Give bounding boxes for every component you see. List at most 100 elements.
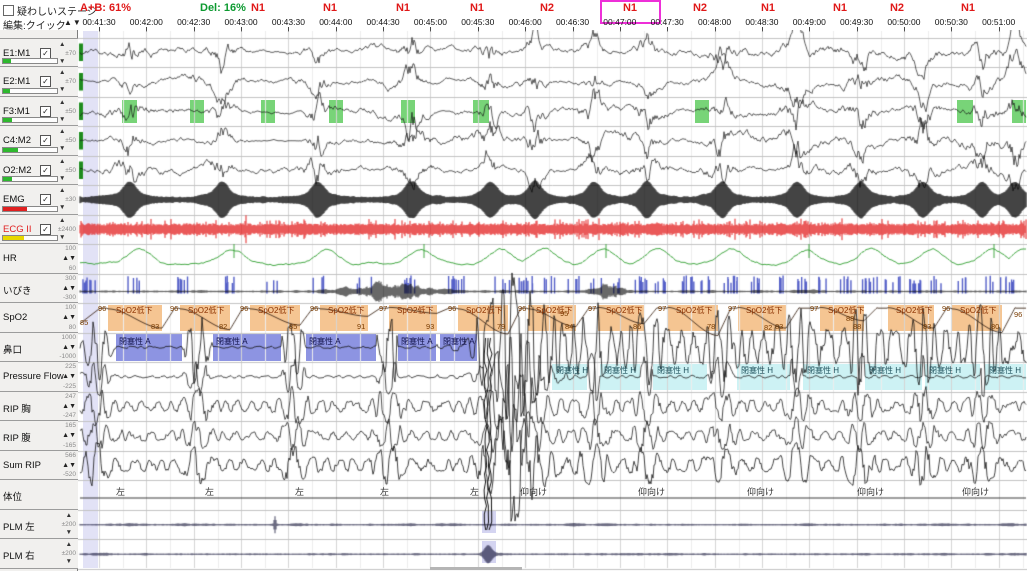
channel-name-label: RIP 胸	[3, 401, 31, 415]
time-label: 00:42:30	[172, 17, 216, 27]
waveform-canvas[interactable]	[78, 30, 1027, 571]
spo2-high-value: 97	[728, 304, 736, 313]
ab-stage-percentage: A+B: 61%	[80, 2, 131, 14]
channel-name-label: C4:M2	[3, 135, 31, 146]
stage-label[interactable]: N2	[532, 2, 562, 14]
stage-label[interactable]: N1	[388, 2, 418, 14]
time-label: 00:46:30	[551, 17, 595, 27]
desat-event-label: SpO2低下	[328, 305, 364, 316]
range-bottom-value: 80	[69, 324, 76, 331]
range-spinner[interactable]: ▲▼	[62, 255, 76, 262]
spo2-low-value: 83	[775, 322, 783, 331]
range-spinner[interactable]: ▲▼	[62, 462, 76, 469]
scale-up-button[interactable]: ▲	[59, 128, 65, 135]
signal-quality-bar	[2, 206, 58, 212]
channel-scale-value: ±50	[65, 108, 76, 115]
channel-visible-checkbox[interactable]: ✓	[40, 48, 51, 59]
apnea-event-label: 閉塞性 A	[309, 336, 341, 347]
channel-visible-checkbox[interactable]: ✓	[40, 76, 51, 87]
scale-down-button[interactable]: ▼	[59, 116, 65, 123]
spo2-low-value: 79	[497, 322, 505, 331]
time-label: 00:50:00	[882, 17, 926, 27]
spo2-value: 95	[560, 309, 568, 318]
stage-label[interactable]: N1	[315, 2, 345, 14]
spo2-value: 88	[846, 314, 854, 323]
range-spinner[interactable]: ▲▼	[62, 314, 76, 321]
signal-quality-fill	[3, 59, 11, 63]
scale-down-button[interactable]: ▼	[59, 145, 65, 152]
suspicious-stage-checkbox[interactable]	[3, 5, 14, 16]
channel-name-label: ECG II	[3, 224, 32, 235]
spo2-low-value: 83	[151, 322, 159, 331]
spo2-value: 82	[764, 323, 772, 332]
hypopnea-event-label: 閉塞性 H	[929, 365, 961, 376]
spo2-high-value: 97	[810, 304, 818, 313]
stage-label[interactable]: N1	[825, 2, 855, 14]
stage-label[interactable]: N1	[753, 2, 783, 14]
stage-label[interactable]: N1	[462, 2, 492, 14]
channel-name-label: O2:M2	[3, 165, 32, 176]
signal-quality-bar	[2, 235, 58, 241]
scale-down-button[interactable]: ▼	[59, 86, 65, 93]
channel-visible-checkbox[interactable]: ✓	[40, 224, 51, 235]
spo2-high-value: 96	[310, 304, 318, 313]
channel-visible-checkbox[interactable]: ✓	[40, 106, 51, 117]
scale-up-button[interactable]: ▲	[59, 187, 65, 194]
range-spinner[interactable]: ▲▼	[62, 344, 76, 351]
range-spinner[interactable]: ▲▼	[62, 432, 76, 439]
channel-scale-value: ±70	[65, 78, 76, 85]
apnea-event-label: 閉塞性 A	[216, 336, 248, 347]
spo2-low-value: 84	[565, 322, 573, 331]
scale-up-button[interactable]: ▲	[59, 158, 65, 165]
range-top-value: 300	[65, 275, 76, 282]
h-scrollbar-thumb[interactable]	[430, 567, 522, 570]
scale-up-button[interactable]: ▲	[59, 41, 65, 48]
signal-quality-fill	[3, 118, 12, 122]
scale-down-button[interactable]: ▼	[59, 58, 65, 65]
stage-label[interactable]: N1	[243, 2, 273, 14]
desat-event-label: SpO2低下	[258, 305, 294, 316]
range-top-value: 1000	[62, 334, 76, 341]
stage-label[interactable]: N1	[953, 2, 983, 14]
scale-down-button[interactable]: ▼	[66, 529, 72, 536]
channel-name-label: E2:M1	[3, 76, 30, 87]
scale-down-button[interactable]: ▼	[59, 234, 65, 241]
channel-scale-value: ±70	[65, 50, 76, 57]
time-label: 00:49:00	[787, 17, 831, 27]
channel-visible-checkbox[interactable]: ✓	[40, 165, 51, 176]
channel-visible-checkbox[interactable]: ✓	[40, 135, 51, 146]
scale-up-button[interactable]: ▲	[59, 69, 65, 76]
time-label: 00:43:00	[219, 17, 263, 27]
range-spinner[interactable]: ▲▼	[62, 285, 76, 292]
scale-up-button[interactable]: ▲	[66, 541, 72, 548]
stage-label[interactable]: N2	[685, 2, 715, 14]
channel-cell: RIP 腹165▲▼-165	[0, 421, 78, 451]
scale-down-button[interactable]: ▼	[59, 204, 65, 211]
scale-up-button[interactable]: ▲	[66, 512, 72, 519]
stage-label[interactable]: N2	[882, 2, 912, 14]
body-position-left-label: 左	[380, 485, 389, 498]
spo2-low-value: 82	[219, 322, 227, 331]
channel-name-label: Pressure Flow	[3, 371, 64, 382]
channel-name-label: PLM 左	[3, 519, 35, 533]
signal-quality-bar	[2, 58, 58, 64]
channel-visible-checkbox[interactable]: ✓	[40, 194, 51, 205]
spo2-low-value: 93	[426, 322, 434, 331]
range-spinner[interactable]: ▲▼	[62, 403, 76, 410]
hypopnea-event-label: 閉塞性 H	[989, 365, 1021, 376]
channel-name-label: PLM 右	[3, 548, 35, 562]
scale-up-button[interactable]: ▲	[59, 217, 65, 224]
channel-scale-value: ±30	[65, 196, 76, 203]
desat-event-label: SpO2低下	[896, 305, 932, 316]
scale-down-button[interactable]: ▼	[66, 558, 72, 565]
channel-cell: 鼻口1000▲▼-1000	[0, 333, 78, 363]
spo2-low-value: 85	[289, 322, 297, 331]
channel-cell: SpO2100▲▼80	[0, 303, 78, 333]
scale-down-button[interactable]: ▼	[59, 175, 65, 182]
signal-quality-bar	[2, 176, 58, 182]
body-position-supine-label: 仰向け	[747, 485, 774, 498]
range-spinner[interactable]: ▲▼	[62, 373, 76, 380]
channel-name-label: いびき	[3, 283, 32, 297]
scale-up-button[interactable]: ▲	[59, 99, 65, 106]
spo2-high-value: 96	[240, 304, 248, 313]
